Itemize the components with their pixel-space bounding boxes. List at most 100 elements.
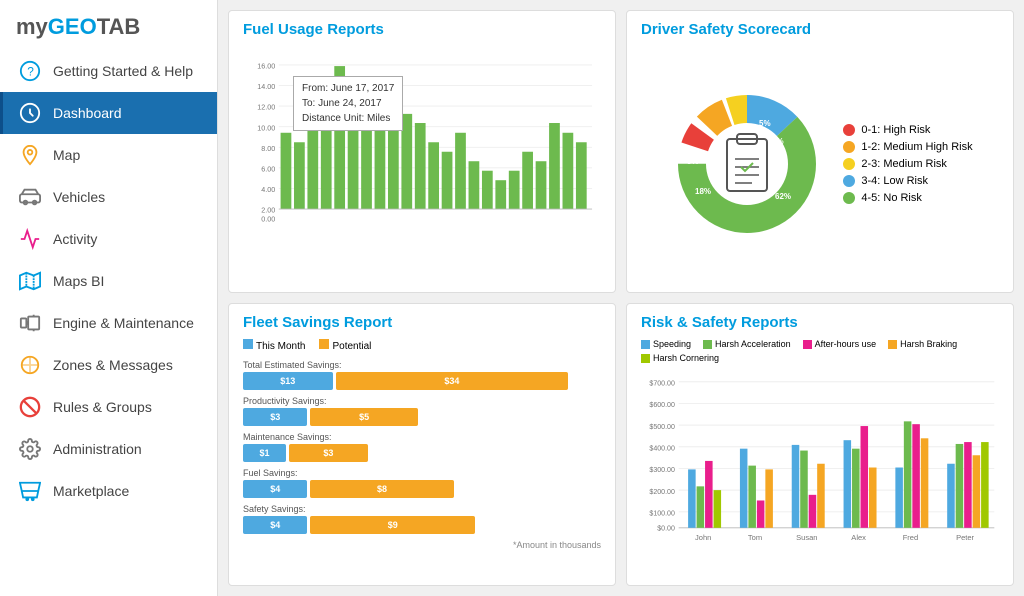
svg-text:$100.00: $100.00 xyxy=(649,511,675,518)
logo-my: my xyxy=(16,14,48,39)
svg-text:Alex: Alex xyxy=(851,533,866,542)
tooltip-line3: Distance Unit: Miles xyxy=(302,111,394,126)
sidebar-item-label: Dashboard xyxy=(53,105,122,121)
svg-text:62%: 62% xyxy=(775,192,791,201)
sidebar-item-marketplace[interactable]: Marketplace xyxy=(0,470,217,512)
harsh-accel-legend: Harsh Acceleration xyxy=(703,339,791,349)
this-month-legend: This Month xyxy=(243,339,305,352)
fuel-savings-section: Fuel Savings: $4 $8 xyxy=(243,468,601,498)
svg-text:12.00: 12.00 xyxy=(257,104,275,112)
maintenance-potential-bar: $3 xyxy=(289,444,368,462)
vehicles-icon xyxy=(17,184,43,210)
svg-text:8%: 8% xyxy=(687,157,699,166)
admin-icon xyxy=(17,436,43,462)
safety-this-month-bar: $4 xyxy=(243,516,307,534)
svg-text:Fred: Fred xyxy=(903,533,918,542)
sidebar-item-dashboard[interactable]: Dashboard xyxy=(0,92,217,134)
svg-text:2.00: 2.00 xyxy=(261,207,275,215)
svg-text:Susan: Susan xyxy=(796,533,817,542)
tooltip-line2: To: June 24, 2017 xyxy=(302,96,394,111)
svg-text:$400.00: $400.00 xyxy=(649,446,675,453)
total-savings-bars: $13 $34 xyxy=(243,372,601,390)
sidebar-item-rules-groups[interactable]: Rules & Groups xyxy=(0,386,217,428)
harsh-cornering-legend: Harsh Cornering xyxy=(641,353,719,363)
speeding-legend: Speeding xyxy=(641,339,691,349)
fleet-savings-panel: Fleet Savings Report This Month Potentia… xyxy=(228,303,616,586)
risk-legend: Speeding Harsh Acceleration After-hours … xyxy=(641,339,999,363)
svg-text:4.00: 4.00 xyxy=(261,186,275,194)
donut-area: 5% 7% 8% 18% 62% 0-1: High Risk 1-2: Med… xyxy=(641,46,999,282)
sidebar-item-label: Maps BI xyxy=(53,273,104,289)
map-icon xyxy=(17,142,43,168)
medium-risk-label: 2-3: Medium Risk xyxy=(861,158,947,170)
svg-text:John: John xyxy=(695,533,711,542)
sidebar-item-activity[interactable]: Activity xyxy=(0,218,217,260)
productivity-potential-bar: $5 xyxy=(310,408,417,426)
medium-high-label: 1-2: Medium High Risk xyxy=(861,141,972,153)
fuel-potential-bar: $8 xyxy=(310,480,453,498)
svg-text:Tom: Tom xyxy=(748,533,762,542)
sidebar-item-getting-started[interactable]: ? Getting Started & Help xyxy=(0,50,217,92)
after-hours-label: After-hours use xyxy=(815,339,877,349)
zones-icon xyxy=(17,352,43,378)
no-risk-label: 4-5: No Risk xyxy=(861,192,922,204)
legend-item-medium-high-risk: 1-2: Medium High Risk xyxy=(843,141,972,153)
svg-text:7%: 7% xyxy=(772,137,784,146)
total-savings-section: Total Estimated Savings: $13 $34 xyxy=(243,360,601,390)
svg-text:$300.00: $300.00 xyxy=(649,467,675,474)
rules-icon xyxy=(17,394,43,420)
sidebar-item-label: Activity xyxy=(53,231,97,247)
activity-icon xyxy=(17,226,43,252)
legend-item-medium-risk: 2-3: Medium Risk xyxy=(843,158,972,170)
fuel-this-month-bar: $4 xyxy=(243,480,307,498)
fleet-footnote: *Amount in thousands xyxy=(243,540,601,550)
svg-text:$600.00: $600.00 xyxy=(649,402,675,409)
svg-text:?: ? xyxy=(27,65,34,79)
donut-chart: 5% 7% 8% 18% 62% xyxy=(667,84,827,244)
safety-potential-bar: $9 xyxy=(310,516,475,534)
sidebar-item-administration[interactable]: Administration xyxy=(0,428,217,470)
risk-safety-panel: Risk & Safety Reports Speeding Harsh Acc… xyxy=(626,303,1014,586)
productivity-label: Productivity Savings: xyxy=(243,396,601,406)
sidebar-item-engine-maintenance[interactable]: Engine & Maintenance xyxy=(0,302,217,344)
risk-safety-title: Risk & Safety Reports xyxy=(641,314,999,331)
sidebar-item-zones-messages[interactable]: Zones & Messages xyxy=(0,344,217,386)
svg-text:14.00: 14.00 xyxy=(257,83,275,91)
productivity-this-month-bar: $3 xyxy=(243,408,307,426)
fuel-savings-label: Fuel Savings: xyxy=(243,468,601,478)
fuel-savings-bars: $4 $8 xyxy=(243,480,601,498)
svg-text:16.00: 16.00 xyxy=(257,63,275,71)
driver-safety-title: Driver Safety Scorecard xyxy=(641,21,999,38)
dashboard-icon xyxy=(17,100,43,126)
logo: myGEOTAB xyxy=(0,0,217,50)
risk-chart: $700.00 $600.00 $500.00 $400.00 $300.00 … xyxy=(641,367,999,552)
logo-tab: TAB xyxy=(97,14,141,39)
svg-text:$700.00: $700.00 xyxy=(649,381,675,388)
sidebar-item-map[interactable]: Map xyxy=(0,134,217,176)
fleet-legend: This Month Potential xyxy=(243,339,601,352)
high-risk-dot xyxy=(843,124,855,136)
speeding-sq xyxy=(641,340,650,349)
harsh-cornering-label: Harsh Cornering xyxy=(653,353,719,363)
safety-legend: 0-1: High Risk 1-2: Medium High Risk 2-3… xyxy=(843,124,972,204)
sidebar-item-vehicles[interactable]: Vehicles xyxy=(0,176,217,218)
sidebar-item-maps-bi[interactable]: Maps BI xyxy=(0,260,217,302)
no-risk-dot xyxy=(843,192,855,204)
speeding-label: Speeding xyxy=(653,339,691,349)
svg-text:$500.00: $500.00 xyxy=(649,424,675,431)
potential-sq xyxy=(319,339,329,349)
fuel-usage-title: Fuel Usage Reports xyxy=(243,21,601,38)
tooltip-line1: From: June 17, 2017 xyxy=(302,81,394,96)
sidebar-item-label: Vehicles xyxy=(53,189,105,205)
after-hours-sq xyxy=(803,340,812,349)
help-icon: ? xyxy=(17,58,43,84)
sidebar-item-label: Getting Started & Help xyxy=(53,63,193,79)
this-month-sq xyxy=(243,339,253,349)
sidebar-item-label: Marketplace xyxy=(53,483,129,499)
low-risk-dot xyxy=(843,175,855,187)
svg-text:5%: 5% xyxy=(759,119,771,128)
total-savings-label: Total Estimated Savings: xyxy=(243,360,601,370)
high-risk-label: 0-1: High Risk xyxy=(861,124,930,136)
svg-text:0.00: 0.00 xyxy=(261,216,275,224)
productivity-savings-section: Productivity Savings: $3 $5 xyxy=(243,396,601,426)
